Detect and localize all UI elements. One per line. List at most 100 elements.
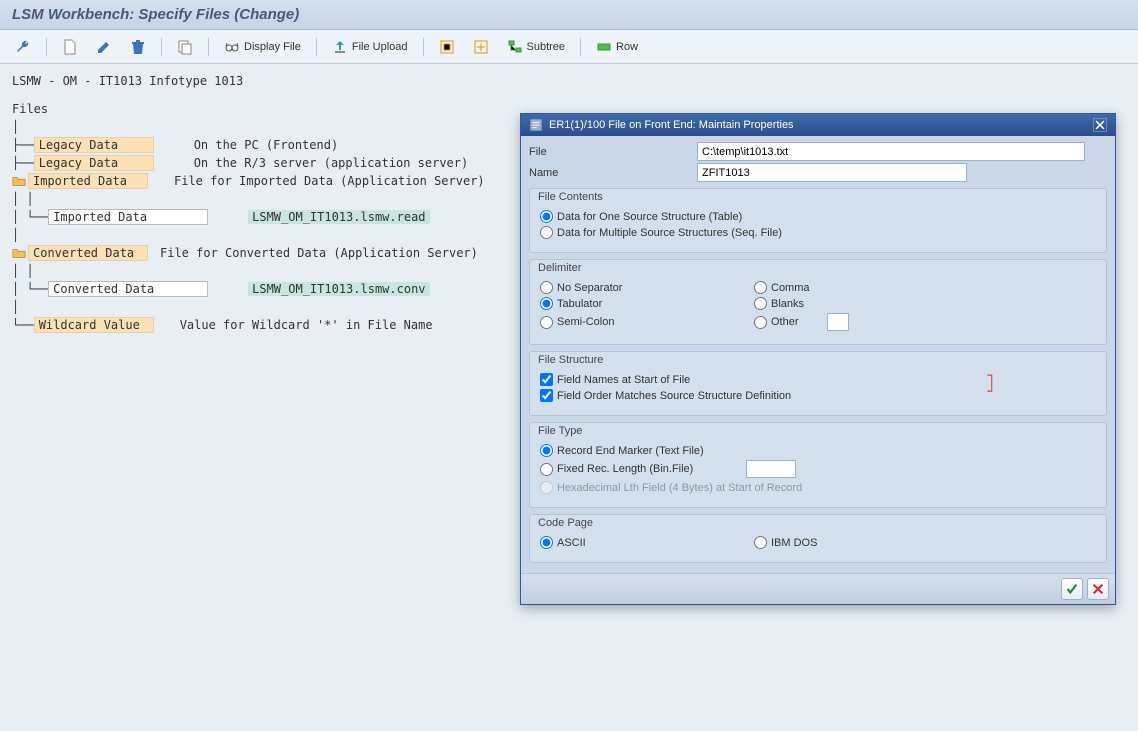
collapse-button[interactable] (432, 35, 462, 59)
separator (423, 38, 424, 56)
subtree-label: Subtree (527, 41, 566, 53)
separator (208, 38, 209, 56)
group-file-contents: File Contents Data for One Source Struct… (529, 188, 1107, 253)
breadcrumb: LSMW - OM - IT1013 Infotype 1013 (12, 72, 1126, 90)
cancel-button[interactable] (1087, 578, 1109, 600)
radio-label: Blanks (771, 298, 804, 310)
edit-button[interactable] (89, 35, 119, 59)
node-desc: Value for Wildcard '*' in File Name (180, 318, 433, 332)
check-icon (1065, 582, 1079, 596)
dialog-footer (521, 573, 1115, 604)
radio-hex (540, 481, 553, 494)
pencil-icon (96, 39, 112, 55)
group-file-structure: File Structure ┐ ┘ Field Names at Start … (529, 351, 1107, 416)
radio-no-separator[interactable] (540, 281, 553, 294)
radio-semicolon[interactable] (540, 316, 553, 329)
properties-dialog: ER1(1)/100 File on Front End: Maintain P… (520, 113, 1116, 605)
bracket-icon: ┐ (988, 368, 996, 384)
create-button[interactable] (55, 35, 85, 59)
file-input[interactable] (697, 142, 1085, 161)
node-desc: File for Converted Data (Application Ser… (160, 246, 478, 260)
row-icon (596, 39, 612, 55)
radio-comma[interactable] (754, 281, 767, 294)
separator (161, 38, 162, 56)
close-button[interactable] (1093, 118, 1107, 132)
dialog-title-text: ER1(1)/100 File on Front End: Maintain P… (549, 119, 794, 131)
execute-button[interactable] (8, 35, 38, 59)
check-field-order[interactable] (540, 389, 553, 402)
radio-fixed-length[interactable] (540, 463, 553, 476)
group-legend: Code Page (538, 517, 593, 529)
radio-multi-structure[interactable] (540, 226, 553, 239)
file-value: LSMW_OM_IT1013.lsmw.conv (248, 282, 429, 296)
node-child-label: Imported Data (48, 209, 208, 225)
radio-label: Data for One Source Structure (Table) (557, 211, 742, 223)
node-desc: On the PC (Frontend) (194, 138, 339, 152)
toolbar: Display File File Upload Subtree Row (0, 30, 1138, 64)
radio-label: Other (771, 316, 799, 328)
check-field-names[interactable] (540, 373, 553, 386)
file-value: LSMW_OM_IT1013.lsmw.read (248, 210, 429, 224)
cancel-icon (1091, 582, 1105, 596)
expand-button[interactable] (466, 35, 496, 59)
radio-single-structure[interactable] (540, 210, 553, 223)
radio-tabulator[interactable] (540, 297, 553, 310)
group-legend: File Structure (538, 354, 603, 366)
node-child-label: Converted Data (48, 281, 208, 297)
file-upload-button[interactable]: File Upload (325, 35, 415, 59)
group-legend: File Contents (538, 191, 603, 203)
copy-button[interactable] (170, 35, 200, 59)
radio-label: Data for Multiple Source Structures (Seq… (557, 227, 782, 239)
node-label: Converted Data (28, 245, 148, 261)
tree-icon (507, 39, 523, 55)
row-label: Row (616, 41, 638, 53)
radio-label: Semi-Colon (557, 316, 614, 328)
file-upload-label: File Upload (352, 41, 408, 53)
radio-label: Tabulator (557, 298, 602, 310)
bracket-icon: ┘ (988, 384, 996, 400)
name-label: Name (529, 167, 697, 179)
node-label: Imported Data (28, 173, 148, 189)
name-row: Name (529, 163, 1111, 182)
separator (46, 38, 47, 56)
name-input[interactable] (697, 163, 967, 182)
radio-label: Fixed Rec. Length (Bin.File) (557, 463, 742, 475)
radio-label: No Separator (557, 282, 622, 294)
radio-ibm-dos[interactable] (754, 536, 767, 549)
radio-ascii[interactable] (540, 536, 553, 549)
check-label: Field Names at Start of File (557, 374, 690, 386)
display-file-label: Display File (244, 41, 301, 53)
file-label: File (529, 146, 697, 158)
group-legend: File Type (538, 425, 582, 437)
folder-open-icon (12, 174, 26, 188)
radio-other[interactable] (754, 316, 767, 329)
expand-icon (473, 39, 489, 55)
group-legend: Delimiter (538, 262, 581, 274)
delete-button[interactable] (123, 35, 153, 59)
dialog-titlebar[interactable]: ER1(1)/100 File on Front End: Maintain P… (521, 114, 1115, 136)
display-file-button[interactable]: Display File (217, 35, 308, 59)
page-title: LSM Workbench: Specify Files (Change) (12, 6, 1126, 23)
group-delimiter: Delimiter No Separator Comma Tabulator B… (529, 259, 1107, 345)
ok-button[interactable] (1061, 578, 1083, 600)
radio-label: ASCII (557, 537, 586, 549)
upload-icon (332, 39, 348, 55)
radio-label: Hexadecimal Lth Field (4 Bytes) at Start… (557, 482, 802, 494)
node-label: Legacy Data (34, 137, 154, 153)
check-label: Field Order Matches Source Structure Def… (557, 390, 791, 402)
group-file-type: File Type Record End Marker (Text File) … (529, 422, 1107, 508)
radio-label: Record End Marker (Text File) (557, 445, 704, 457)
close-icon (1095, 120, 1105, 130)
subtree-button[interactable]: Subtree (500, 35, 573, 59)
fixed-length-input[interactable] (746, 460, 796, 478)
other-delimiter-input[interactable] (827, 313, 849, 331)
dialog-body: File Name File Contents Data for One Sou… (521, 136, 1115, 573)
separator (316, 38, 317, 56)
radio-blanks[interactable] (754, 297, 767, 310)
wrench-icon (15, 39, 31, 55)
row-button[interactable]: Row (589, 35, 645, 59)
radio-record-end[interactable] (540, 444, 553, 457)
folder-open-icon (12, 246, 26, 260)
trash-icon (130, 39, 146, 55)
separator (580, 38, 581, 56)
